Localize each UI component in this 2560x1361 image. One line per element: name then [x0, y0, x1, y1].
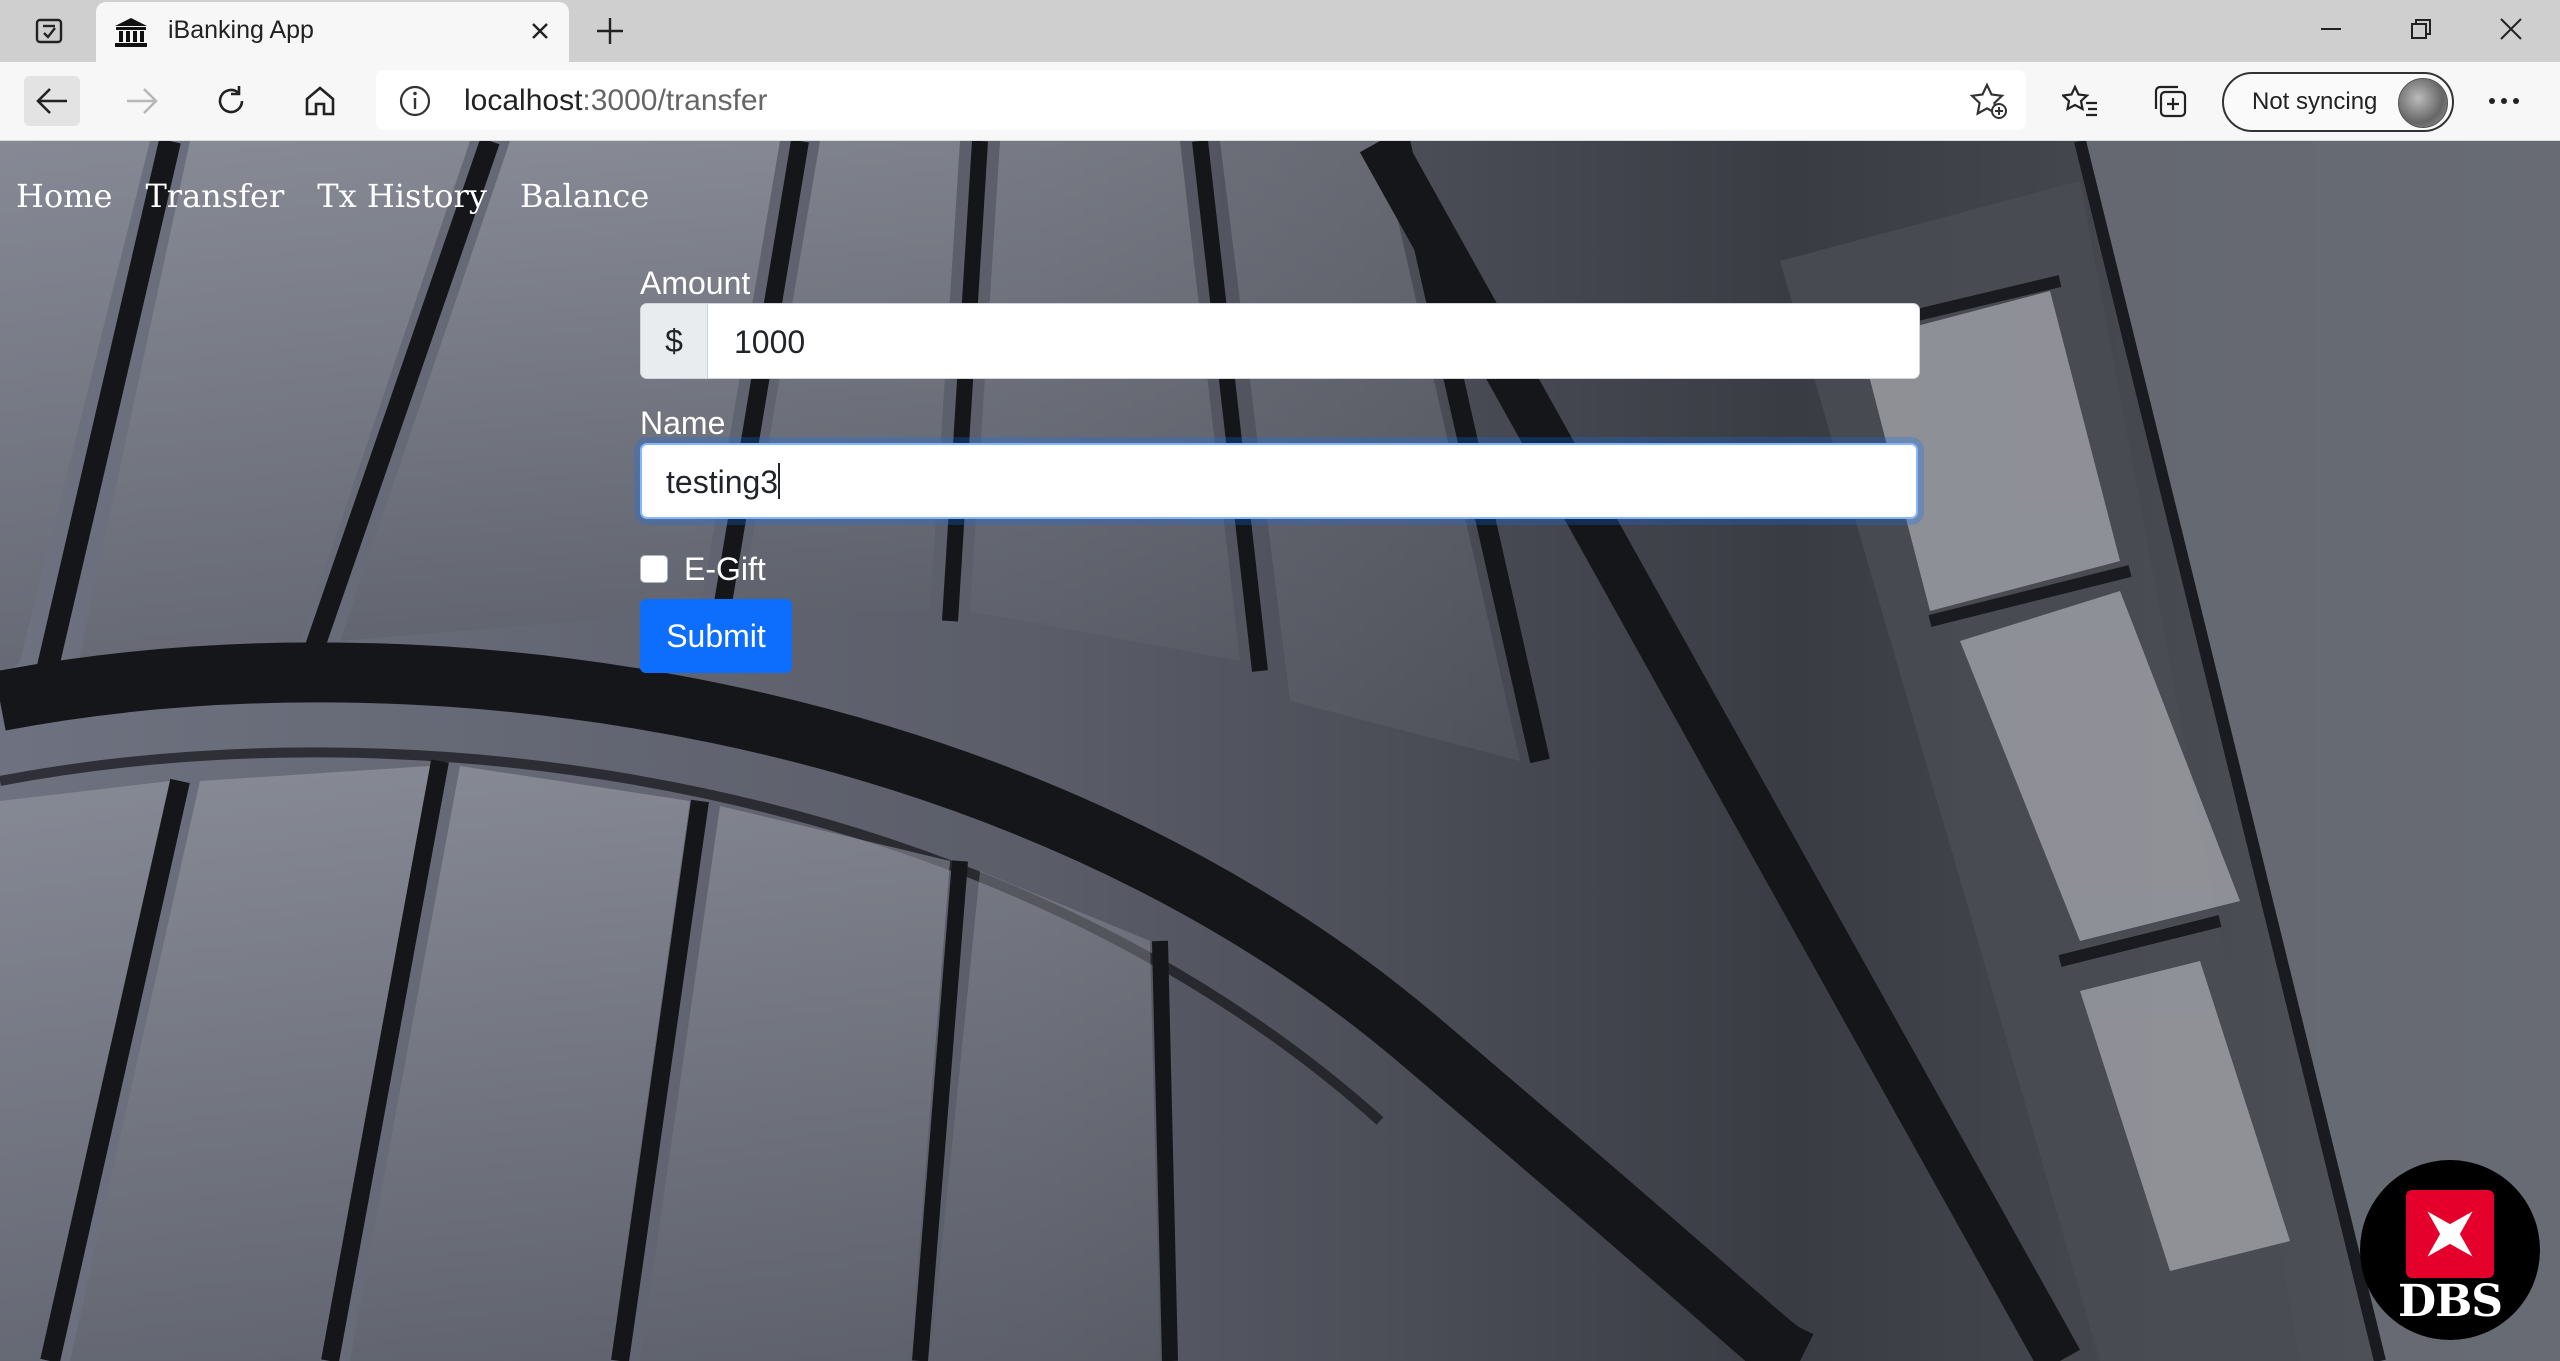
arrow-right-icon — [127, 88, 158, 114]
amount-input-group[interactable]: $ 1000 — [640, 303, 1920, 379]
browser-toolbar: localhost:3000/transfer Not syncing — [0, 62, 2560, 141]
arrow-left-icon — [36, 88, 67, 114]
nav-transfer-link[interactable]: Transfer — [145, 177, 284, 215]
egift-checkbox[interactable] — [640, 555, 668, 583]
nav-balance-link[interactable]: Balance — [520, 177, 649, 215]
text-caret — [778, 463, 781, 499]
close-icon — [532, 23, 548, 39]
favorites-icon — [2062, 84, 2097, 117]
submit-button[interactable]: Submit — [640, 599, 792, 673]
collections-icon — [2154, 85, 2187, 118]
dbs-logo: DBS — [2360, 1160, 2540, 1340]
amount-input[interactable]: 1000 — [734, 324, 805, 361]
avatar — [2398, 78, 2448, 128]
restore-icon — [2411, 19, 2431, 39]
name-input-value: testing3 — [666, 463, 781, 500]
info-icon — [399, 85, 431, 117]
nav-home-link[interactable]: Home — [16, 177, 112, 215]
profile-sync-button[interactable]: Not syncing — [2222, 72, 2454, 132]
browser-tab[interactable]: iBanking App — [96, 2, 569, 62]
minimize-icon — [2321, 28, 2341, 30]
forward-button[interactable] — [114, 76, 170, 126]
new-tab-button[interactable] — [588, 12, 632, 50]
tab-actions-icon — [35, 18, 63, 44]
add-favorite-icon[interactable] — [1970, 82, 2008, 120]
page-content: Home Transfer Tx History Balance Amount … — [0, 141, 2560, 1361]
plus-icon — [597, 18, 623, 44]
bank-icon — [115, 18, 147, 47]
more-options-button[interactable] — [2476, 76, 2532, 126]
sync-status-label: Not syncing — [2252, 88, 2378, 115]
close-icon — [2500, 18, 2522, 40]
tab-actions-button[interactable] — [14, 8, 84, 54]
tab-title: iBanking App — [168, 16, 314, 44]
favorites-button[interactable] — [2052, 76, 2108, 126]
url-text: localhost:3000/transfer — [464, 84, 768, 117]
app-nav: Home Transfer Tx History Balance — [16, 177, 649, 215]
back-button[interactable] — [24, 76, 80, 126]
home-icon — [305, 86, 335, 116]
address-bar[interactable]: localhost:3000/transfer — [376, 70, 2026, 130]
reload-button[interactable] — [203, 76, 259, 126]
amount-label: Amount — [640, 265, 751, 301]
restore-button[interactable] — [2376, 0, 2466, 58]
currency-prefix: $ — [641, 304, 708, 378]
reload-icon — [218, 86, 244, 114]
close-tab-button[interactable] — [523, 14, 557, 48]
nav-tx-history-link[interactable]: Tx History — [317, 177, 487, 215]
dbs-logo-text: DBS — [2397, 1276, 2503, 1327]
name-input[interactable]: testing3 — [640, 443, 1918, 519]
home-button[interactable] — [292, 76, 348, 126]
collections-button[interactable] — [2142, 76, 2198, 126]
egift-label[interactable]: E-Gift — [684, 551, 766, 588]
ellipsis-icon — [2489, 98, 2519, 104]
minimize-button[interactable] — [2286, 0, 2376, 58]
browser-tab-bar: iBanking App — [0, 0, 2560, 62]
dbs-star-icon — [2406, 1190, 2494, 1278]
egift-option: E-Gift — [640, 551, 766, 587]
name-label: Name — [640, 405, 726, 441]
close-window-button[interactable] — [2466, 0, 2556, 58]
